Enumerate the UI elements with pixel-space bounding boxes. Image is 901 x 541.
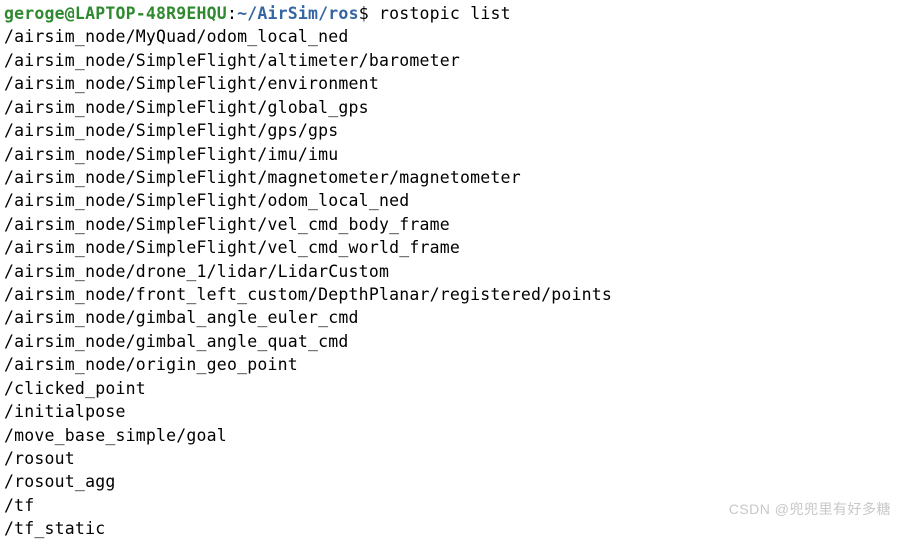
topic-list: /airsim_node/MyQuad/odom_local_ned/airsi… — [4, 25, 897, 540]
topic-line: /airsim_node/SimpleFlight/imu/imu — [4, 143, 897, 166]
topic-line: /clicked_point — [4, 377, 897, 400]
user-host: geroge@LAPTOP-48R9EHQU — [4, 4, 227, 23]
topic-line: /airsim_node/SimpleFlight/magnetometer/m… — [4, 166, 897, 189]
topic-line: /airsim_node/front_left_custom/DepthPlan… — [4, 283, 897, 306]
topic-line: /airsim_node/origin_geo_point — [4, 353, 897, 376]
topic-line: /airsim_node/gimbal_angle_quat_cmd — [4, 330, 897, 353]
command-text[interactable]: rostopic list — [379, 4, 511, 23]
topic-line: /tf_static — [4, 517, 897, 540]
topic-line: /rosout_agg — [4, 470, 897, 493]
topic-line: /airsim_node/SimpleFlight/odom_local_ned — [4, 189, 897, 212]
topic-line: /move_base_simple/goal — [4, 424, 897, 447]
topic-line: /airsim_node/drone_1/lidar/LidarCustom — [4, 260, 897, 283]
topic-line: /airsim_node/MyQuad/odom_local_ned — [4, 25, 897, 48]
colon: : — [227, 4, 237, 23]
topic-line: /airsim_node/SimpleFlight/vel_cmd_body_f… — [4, 213, 897, 236]
prompt-line: geroge@LAPTOP-48R9EHQU:~/AirSim/ros$ ros… — [4, 2, 897, 25]
topic-line: /airsim_node/SimpleFlight/global_gps — [4, 96, 897, 119]
topic-line: /airsim_node/SimpleFlight/vel_cmd_world_… — [4, 236, 897, 259]
topic-line: /airsim_node/gimbal_angle_euler_cmd — [4, 306, 897, 329]
topic-line: /airsim_node/SimpleFlight/altimeter/baro… — [4, 49, 897, 72]
dollar-sign: $ — [359, 4, 369, 23]
topic-line: /airsim_node/SimpleFlight/gps/gps — [4, 119, 897, 142]
topic-line: /airsim_node/SimpleFlight/environment — [4, 72, 897, 95]
topic-line: /initialpose — [4, 400, 897, 423]
cwd-path: ~/AirSim/ros — [237, 4, 359, 23]
topic-line: /tf — [4, 494, 897, 517]
topic-line: /rosout — [4, 447, 897, 470]
